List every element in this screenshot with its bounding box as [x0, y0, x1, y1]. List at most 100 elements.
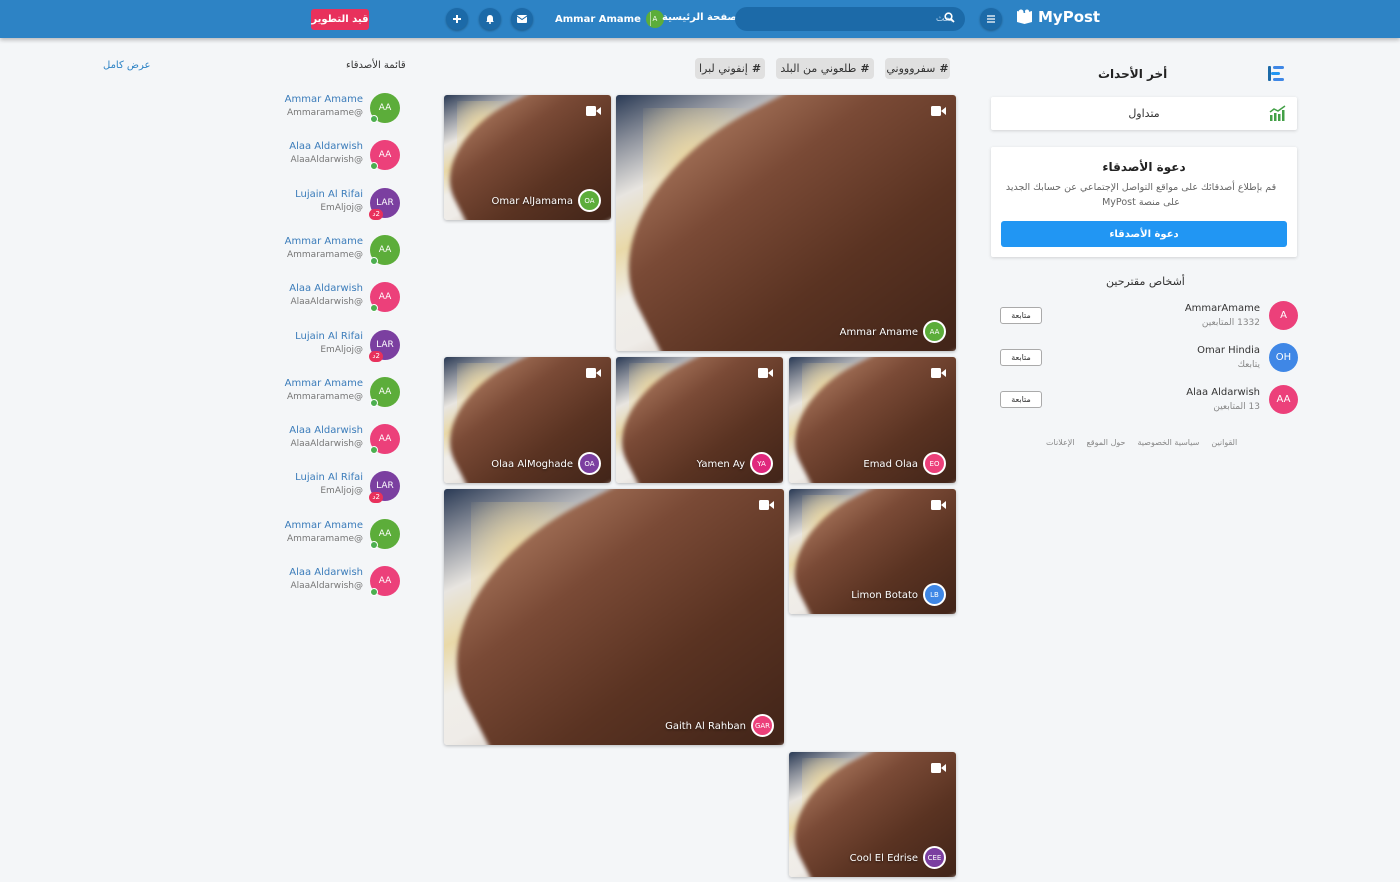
friend-item[interactable]: AA Ammar Amame Ammaramame@ — [270, 234, 400, 267]
view-all-link[interactable]: عرض كامل — [103, 60, 151, 71]
invite-friends-button[interactable]: دعوة الأصدقاء — [1001, 221, 1287, 247]
tile-user-name: Yamen Ay — [696, 459, 745, 470]
friend-item[interactable]: AA Alaa Aldarwish AlaaAldarwish@ — [270, 282, 400, 314]
user-profile-chip[interactable]: A Ammar Amame — [555, 10, 664, 28]
video-tile[interactable]: Yamen Ay YA — [616, 357, 783, 483]
avatar[interactable]: AA — [1269, 385, 1298, 414]
avatar: YA — [750, 452, 773, 475]
trending-label: متداول — [1128, 107, 1160, 120]
friend-username: Ammaramame@ — [286, 249, 363, 260]
video-tile[interactable]: Omar AlJamama OA — [444, 95, 611, 220]
last-seen-badge: 2د — [369, 492, 383, 504]
friend-name[interactable]: Alaa Aldarwish — [289, 283, 363, 294]
trending-card[interactable]: متداول — [991, 97, 1297, 130]
friend-username: Ammaramame@ — [286, 533, 363, 544]
friend-name[interactable]: Ammar Amame — [285, 94, 363, 105]
avatar: EO — [923, 452, 946, 475]
video-camera-icon — [758, 368, 773, 378]
menu-button[interactable] — [980, 8, 1002, 30]
events-title: أخر الأحداث — [1098, 67, 1168, 81]
last-seen-badge: 2د — [369, 208, 383, 220]
follow-button[interactable]: متابعة — [1000, 391, 1042, 408]
bell-icon — [486, 15, 494, 24]
footer-link-ads[interactable]: الإعلانات — [1046, 438, 1075, 447]
dev-status-badge[interactable]: قيد التطوير — [311, 9, 369, 30]
friend-username: AlaaAldarwish@ — [290, 581, 363, 591]
avatar: CEE — [923, 846, 946, 869]
friend-name[interactable]: Alaa Aldarwish — [289, 567, 363, 578]
friend-name[interactable]: Ammar Amame — [285, 378, 363, 389]
friend-name[interactable]: Lujain Al Rifai — [295, 472, 363, 483]
friend-name[interactable]: Lujain Al Rifai — [295, 189, 363, 200]
online-status-dot — [370, 540, 378, 549]
search-icon[interactable] — [944, 12, 955, 23]
friend-name[interactable]: Alaa Aldarwish — [289, 141, 363, 152]
tile-user-name: Emad Olaa — [863, 459, 918, 470]
avatar: OA — [578, 452, 601, 475]
suggested-name[interactable]: AmmarAmame — [1185, 303, 1260, 314]
friend-item[interactable]: LAR 2د Lujain Al Rifai EmAljoj@ — [270, 329, 400, 362]
home-link[interactable]: الصفحة الرئيسية — [662, 12, 745, 23]
friend-item[interactable]: LAR 2د Lujain Al Rifai EmAljoj@ — [270, 471, 400, 504]
hashtag-chip[interactable]: # سفروووني — [885, 58, 950, 79]
friend-username: Ammaramame@ — [286, 108, 363, 118]
video-tile[interactable]: Ammar Amame AA — [616, 95, 956, 351]
hashtag-label: إنفوني لبرا — [698, 62, 748, 75]
invite-description: قم بإطلاع أصدقائك على مواقع التواصل الإج… — [1005, 182, 1277, 208]
video-camera-icon — [759, 500, 774, 510]
friend-item[interactable]: AA Alaa Aldarwish AlaaAldarwish@ — [270, 424, 400, 456]
friend-name[interactable]: Ammar Amame — [285, 520, 363, 531]
notifications-button[interactable] — [479, 8, 501, 30]
search-input[interactable] — [735, 7, 965, 31]
tile-user-name: Omar AlJamama — [491, 196, 573, 207]
friend-item[interactable]: AA Alaa Aldarwish AlaaAldarwish@ — [270, 140, 400, 172]
friend-name[interactable]: Lujain Al Rifai — [295, 331, 363, 342]
suggested-person: OH Omar Hindia يتابعك متابعة — [1000, 343, 1298, 375]
user-name: Ammar Amame — [555, 13, 641, 25]
avatar[interactable]: A — [1269, 301, 1298, 330]
tile-user-name: Gaith Al Rahban — [665, 721, 746, 732]
footer-link-privacy[interactable]: سياسية الخصوصية — [1137, 438, 1199, 447]
tile-user-name: Limon Botato — [851, 590, 918, 601]
friend-item[interactable]: LAR 2د Lujain Al Rifai EmAljoj@ — [270, 187, 400, 220]
divider — [650, 12, 651, 26]
friend-item[interactable]: AA Ammar Amame Ammaramame@ — [270, 518, 400, 551]
plus-icon — [453, 15, 461, 23]
video-tile[interactable]: Limon Botato LB — [789, 489, 956, 614]
video-tile[interactable]: Gaith Al Rahban GAR — [444, 489, 784, 745]
online-status-dot — [370, 446, 378, 455]
hamburger-icon — [987, 15, 995, 23]
friend-item[interactable]: AA Ammar Amame Ammaramame@ — [270, 376, 400, 409]
video-tile[interactable]: Olaa AlMoghade OA — [444, 357, 611, 483]
hashtag-chip[interactable]: # إنفوني لبرا — [695, 58, 765, 79]
friend-item[interactable]: AA Alaa Aldarwish AlaaAldarwish@ — [270, 566, 400, 598]
friend-username: EmAljoj@ — [320, 486, 363, 497]
avatar: LB — [923, 583, 946, 606]
footer-links: القوانين سياسية الخصوصية حول الموقع الإع… — [1046, 438, 1237, 447]
messages-button[interactable] — [511, 8, 533, 30]
last-seen-badge: 2د — [369, 350, 383, 362]
footer-link-about[interactable]: حول الموقع — [1087, 438, 1126, 447]
video-tile[interactable]: Emad Olaa EO — [789, 357, 956, 483]
friend-name[interactable]: Ammar Amame — [285, 236, 363, 247]
follow-button[interactable]: متابعة — [1000, 307, 1042, 324]
suggested-people-title: أشخاص مقترحين — [1106, 275, 1185, 288]
online-status-dot — [370, 588, 378, 596]
video-camera-icon — [931, 106, 946, 116]
friend-item[interactable]: AA Ammar Amame Ammaramame@ — [270, 93, 400, 125]
suggested-name[interactable]: Omar Hindia — [1197, 345, 1260, 356]
footer-link-rules[interactable]: القوانين — [1211, 438, 1237, 447]
avatar[interactable]: OH — [1269, 343, 1298, 372]
friend-username: AlaaAldarwish@ — [290, 439, 363, 450]
add-button[interactable] — [446, 8, 468, 30]
video-tile[interactable]: Cool El Edrise CEE — [789, 752, 956, 877]
suggested-name[interactable]: Alaa Aldarwish — [1186, 387, 1260, 398]
hash-icon: # — [751, 62, 762, 75]
friends-list-title: قائمة الأصدقاء — [346, 60, 406, 71]
hashtag-chip[interactable]: # طلعوني من البلد — [776, 58, 874, 79]
online-status-dot — [370, 162, 378, 171]
follow-button[interactable]: متابعة — [1000, 349, 1042, 366]
friend-name[interactable]: Alaa Aldarwish — [289, 425, 363, 436]
brand-logo[interactable]: MyPost — [1016, 8, 1100, 26]
video-camera-icon — [931, 368, 946, 378]
